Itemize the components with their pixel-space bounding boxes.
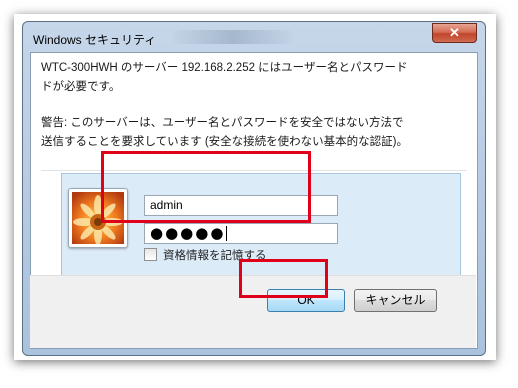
title-bar: Windows セキュリティ ✕ <box>23 22 485 52</box>
close-icon: ✕ <box>449 25 460 40</box>
server-message: WTC-300HWH のサーバー 192.168.2.252 にはユーザー名とパ… <box>41 62 408 93</box>
fields-highlight-box <box>101 151 311 223</box>
remember-checkbox[interactable] <box>144 248 157 261</box>
window-title: Windows セキュリティ <box>33 33 157 47</box>
password-field[interactable]: ●●●●● <box>144 223 338 244</box>
password-mask: ●●●●● <box>150 224 226 242</box>
title-bar-blur <box>173 30 293 44</box>
cancel-button[interactable]: キャンセル <box>354 289 437 312</box>
ok-highlight-box <box>239 259 328 298</box>
warning-message: 警告: このサーバーは、ユーザー名とパスワードを安全ではない方法で 送信すること… <box>41 117 409 148</box>
text-cursor <box>226 226 228 241</box>
close-button[interactable]: ✕ <box>432 23 477 43</box>
